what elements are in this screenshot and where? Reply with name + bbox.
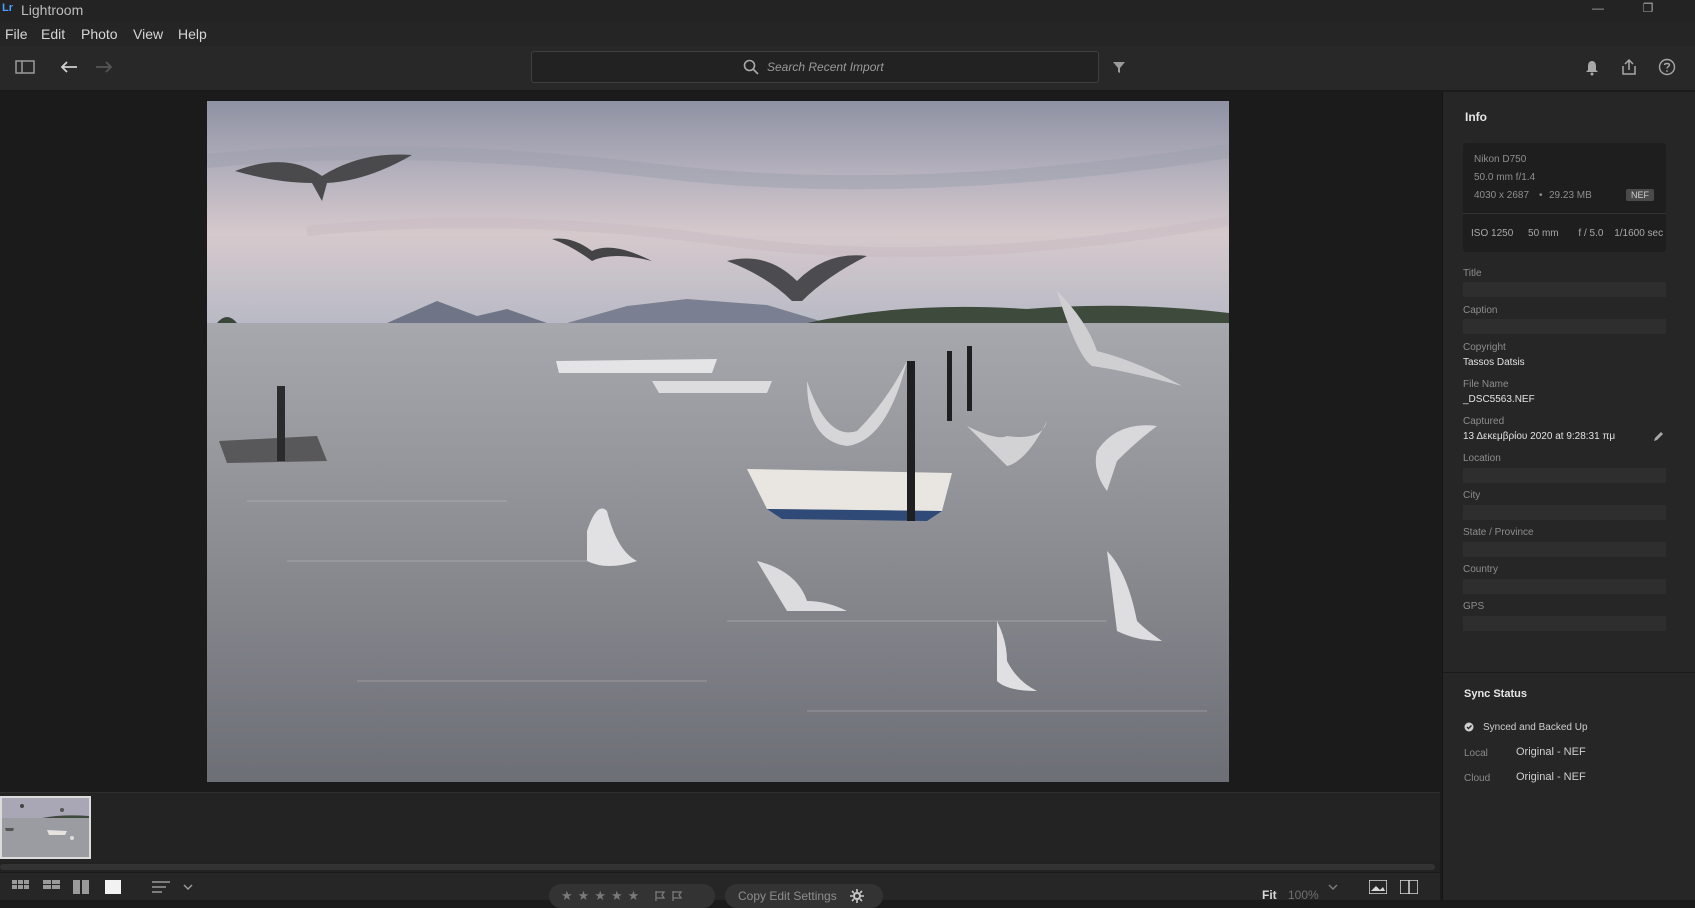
location-label: Location: [1463, 453, 1501, 464]
local-value: Original - NEF: [1516, 746, 1586, 758]
location-field[interactable]: [1463, 468, 1666, 483]
compare-view-icon[interactable]: [73, 880, 89, 894]
filmstrip-scrollbar[interactable]: [0, 862, 1440, 872]
share-icon[interactable]: [1617, 55, 1641, 79]
city-label: City: [1463, 490, 1481, 501]
caption-field[interactable]: [1463, 319, 1666, 334]
shutter-speed: 1/1600 sec: [1614, 228, 1664, 239]
info-panel: Info Nikon D750 50.0 mm f/1.4 4030 x 268…: [1442, 92, 1695, 900]
dimensions: 4030 x 2687: [1474, 190, 1530, 201]
edit-pencil-icon[interactable]: [1653, 431, 1664, 442]
panel-divider: [1443, 672, 1695, 673]
iso-value: ISO 1250: [1471, 228, 1514, 239]
synced-check-icon: [1464, 722, 1474, 732]
filmstrip-thumbnail[interactable]: [0, 796, 91, 859]
forward-arrow-icon[interactable]: [92, 55, 116, 79]
bell-icon[interactable]: [1580, 56, 1604, 80]
minimize-button[interactable]: —: [1583, 1, 1613, 19]
photo-info-icon[interactable]: [1369, 880, 1387, 894]
country-field[interactable]: [1463, 579, 1666, 594]
cloud-value: Original - NEF: [1516, 771, 1586, 783]
star-rating[interactable]: ★ ★ ★ ★ ★: [549, 884, 715, 908]
filter-icon[interactable]: [1107, 55, 1131, 79]
zoom-chevron-icon[interactable]: [1328, 880, 1338, 894]
top-toolbar: [0, 46, 1695, 91]
exif-divider: [1463, 213, 1666, 214]
title-label: Title: [1463, 268, 1482, 279]
sort-icon[interactable]: [152, 880, 170, 894]
caption-label: Caption: [1463, 305, 1498, 316]
state-field[interactable]: [1463, 542, 1666, 557]
gear-icon[interactable]: [849, 889, 864, 903]
copy-edit-settings-button[interactable]: Copy Edit Settings: [725, 884, 883, 908]
captured-label: Captured: [1463, 416, 1505, 427]
menu-bar: File Edit Photo View Help: [0, 22, 1695, 46]
menu-view[interactable]: View: [133, 26, 163, 42]
sync-status-title: Sync Status: [1464, 688, 1527, 700]
sync-status-text: Synced and Backed Up: [1483, 722, 1588, 733]
panel-toggle-icon[interactable]: [1400, 880, 1418, 894]
square-grid-icon[interactable]: [12, 880, 30, 894]
photo-canvas: [0, 92, 1440, 792]
flag-pick-icon[interactable]: [654, 890, 666, 902]
menu-help[interactable]: Help: [178, 26, 207, 42]
title-bar: Lr Lightroom — ❐: [0, 0, 1695, 22]
back-arrow-icon[interactable]: [57, 55, 81, 79]
info-panel-title: Info: [1465, 110, 1487, 124]
search-input[interactable]: [767, 60, 887, 74]
menu-file[interactable]: File: [5, 26, 28, 42]
star-icon[interactable]: ★: [594, 888, 606, 904]
help-icon[interactable]: [1655, 55, 1679, 79]
photo-grid-icon[interactable]: [43, 880, 61, 894]
app-title: Lightroom: [21, 2, 84, 18]
star-icon[interactable]: ★: [561, 888, 573, 904]
star-icon[interactable]: ★: [578, 888, 590, 904]
separator-dot: •: [1539, 190, 1543, 201]
format-badge: NEF: [1626, 189, 1654, 201]
lightroom-logo-icon: Lr: [2, 2, 13, 14]
search-box[interactable]: [531, 51, 1099, 83]
focal-length: 50 mm: [1528, 228, 1559, 239]
restore-button[interactable]: ❐: [1633, 1, 1663, 19]
camera-model: Nikon D750: [1474, 154, 1527, 165]
copy-edit-label: Copy Edit Settings: [738, 889, 837, 903]
copyright-label: Copyright: [1463, 342, 1506, 353]
city-field[interactable]: [1463, 505, 1666, 520]
exif-card: Nikon D750 50.0 mm f/1.4 4030 x 2687 • 2…: [1463, 143, 1666, 252]
filmstrip: [0, 792, 1440, 862]
state-label: State / Province: [1463, 527, 1534, 538]
local-label: Local: [1464, 748, 1488, 759]
menu-photo[interactable]: Photo: [81, 26, 118, 42]
filename-label: File Name: [1463, 379, 1509, 390]
captured-value: 13 Δεκεμβρίου 2020 at 9:28:31 πμ: [1463, 431, 1616, 442]
main-photo[interactable]: [207, 101, 1229, 782]
cloud-label: Cloud: [1464, 773, 1491, 784]
star-icon[interactable]: ★: [611, 888, 623, 904]
scrollbar-thumb[interactable]: [0, 864, 1435, 870]
search-icon: [743, 59, 759, 75]
title-field[interactable]: [1463, 282, 1666, 297]
star-icon[interactable]: ★: [628, 888, 640, 904]
sidebar-toggle-icon[interactable]: [13, 55, 37, 79]
detail-view-icon[interactable]: [105, 880, 121, 894]
gps-field[interactable]: [1463, 616, 1666, 631]
copyright-value[interactable]: Tassos Datsis: [1463, 357, 1525, 368]
gps-label: GPS: [1463, 601, 1485, 612]
country-label: Country: [1463, 564, 1499, 575]
flag-reject-icon[interactable]: [671, 890, 683, 902]
lens-info: 50.0 mm f/1.4: [1474, 172, 1536, 183]
menu-edit[interactable]: Edit: [41, 26, 65, 42]
bottom-toolbar: ★ ★ ★ ★ ★ Copy Edit Settings Fit 100%: [0, 872, 1440, 908]
file-size: 29.23 MB: [1549, 190, 1592, 201]
filename-value: _DSC5563.NEF: [1463, 394, 1535, 405]
chevron-down-icon[interactable]: [183, 880, 193, 894]
aperture: f / 5.0: [1578, 228, 1604, 239]
